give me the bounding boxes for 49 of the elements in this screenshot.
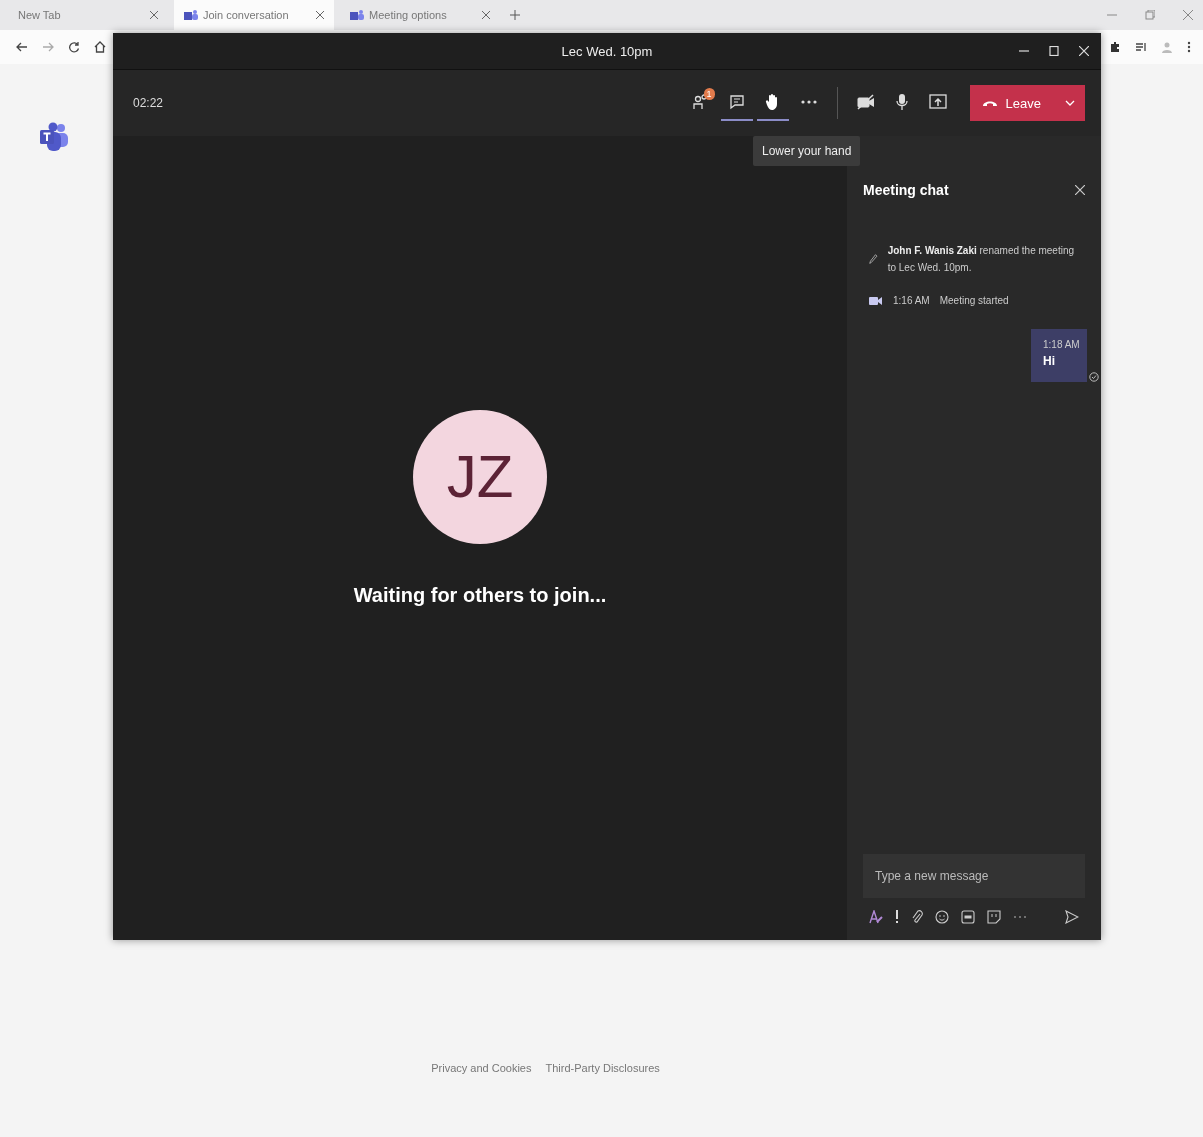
tab-title: New Tab [18,9,62,21]
chat-icon [728,94,745,110]
check-circle-icon [1089,372,1099,382]
back-icon[interactable] [16,41,28,53]
caret-icon [1065,100,1075,106]
list-icon[interactable] [1135,41,1147,53]
send-icon[interactable] [1065,910,1079,924]
chat-title: Meeting chat [863,182,949,198]
browser-tab[interactable]: Meeting options [340,0,500,30]
event-text: Meeting started [939,294,1009,308]
puzzle-icon[interactable] [1109,41,1121,53]
share-screen-icon [928,93,947,111]
more-icon [800,100,817,104]
event-time: 1:16 AM [893,294,930,308]
browser-tab[interactable]: New Tab [8,0,168,30]
message-text: Hi [1043,354,1056,368]
leave-button[interactable]: Leave [969,85,1085,121]
event-text: John F. Wanis Zaki renamed the meeting to Lec Wed. 10pm. [887,244,1076,275]
phone-icon [981,99,998,107]
waiting-message: Waiting for others to join... [353,583,607,607]
camera-icon [856,94,875,110]
tab-title: Meeting options [369,9,448,21]
microphone-icon [894,93,909,111]
window-title: Lec Wed. 10pm [561,43,653,59]
format-icon[interactable] [869,910,883,924]
more-icon[interactable] [1013,915,1027,919]
pencil-icon [869,252,878,266]
browser-tab[interactable]: Join conversation [174,0,334,30]
footer-link[interactable]: Privacy and Cookies [431,1062,532,1074]
footer-link[interactable]: Third-Party Disclosures [545,1062,660,1074]
people-logo-icon [39,121,71,153]
paperclip-icon[interactable] [911,910,923,924]
emoji-icon[interactable] [935,910,949,924]
message-input[interactable]: Type a new message [863,854,1085,898]
kebab-menu-icon[interactable] [1187,41,1191,53]
reload-icon[interactable] [68,41,80,53]
avatar: JZ [413,409,547,544]
gif-icon[interactable] [961,910,975,924]
tooltip: Lower your hand [753,136,861,166]
maximize-icon[interactable] [1049,46,1059,56]
home-icon[interactable] [94,41,106,53]
sticker-icon[interactable] [987,910,1001,924]
participant-count-badge: 1 [703,88,715,100]
video-camera-icon [869,294,883,307]
new-tab-icon[interactable] [510,10,520,20]
tab-title: Join conversation [203,9,290,21]
exclamation-icon[interactable] [895,910,899,924]
close-icon[interactable] [316,11,324,19]
call-timer: 02:22 [133,96,164,110]
